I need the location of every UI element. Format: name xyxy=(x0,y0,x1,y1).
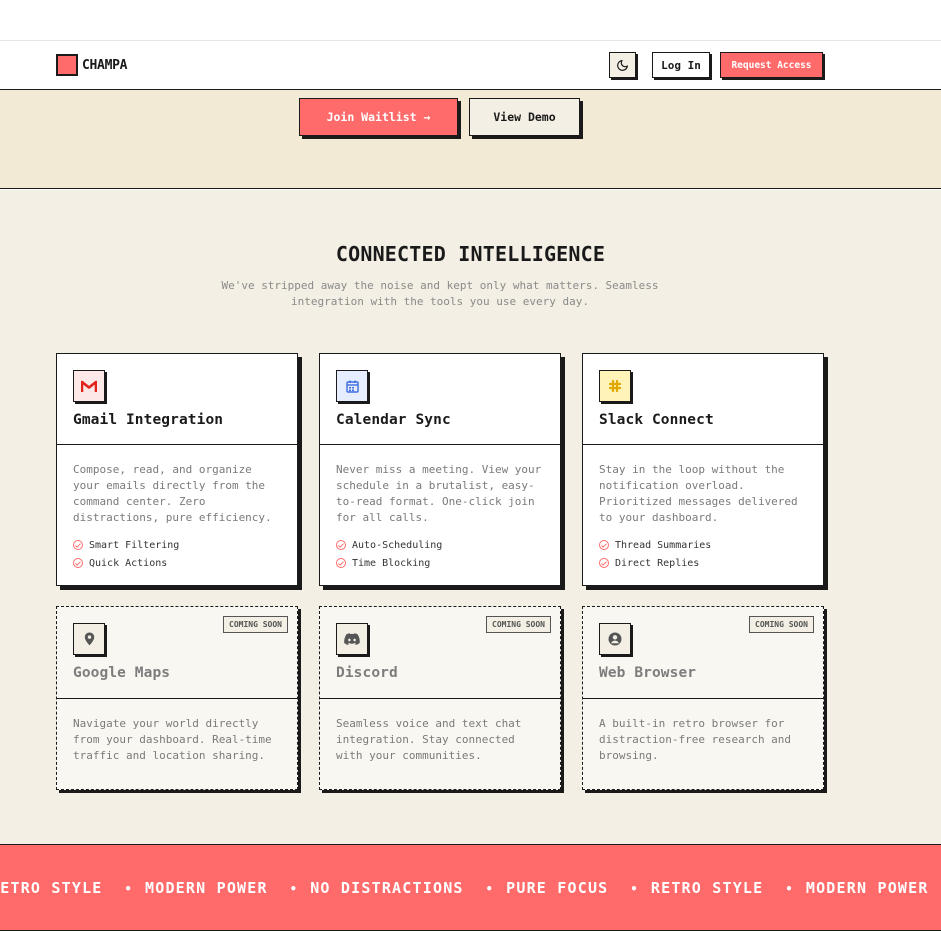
view-demo-button[interactable]: View Demo xyxy=(469,98,580,136)
calendar-icon xyxy=(336,370,368,402)
card-body: Stay in the loop without the notificatio… xyxy=(583,445,823,572)
card-header: Gmail Integration xyxy=(57,354,297,445)
hero-section: Join Waitlist → View Demo xyxy=(0,90,941,189)
bullet-icon: • xyxy=(630,882,639,896)
check-circle-icon xyxy=(73,558,83,568)
feature-label: Auto-Scheduling xyxy=(352,539,443,551)
user-circle-icon xyxy=(599,623,631,655)
coming-soon-badge: COMING SOON xyxy=(749,616,814,633)
card-description: Compose, read, and organize your emails … xyxy=(73,463,272,524)
coming-soon-badge: COMING SOON xyxy=(223,616,288,633)
integration-card-discord[interactable]: COMING SOON Discord Seamless voice and t… xyxy=(319,606,561,790)
feature-item: Smart Filtering xyxy=(73,536,281,554)
integration-card-gmail[interactable]: Gmail Integration Compose, read, and org… xyxy=(56,353,298,586)
discord-icon xyxy=(336,623,368,655)
card-title: Slack Connect xyxy=(599,412,714,428)
card-body: Compose, read, and organize your emails … xyxy=(57,445,297,572)
card-body: Never miss a meeting. View your schedule… xyxy=(320,445,560,572)
marquee-item: NO DISTRACTIONS xyxy=(310,879,464,897)
bullet-icon: • xyxy=(485,882,495,896)
slack-icon xyxy=(599,370,631,402)
navbar: CHAMPA Log In Request Access xyxy=(0,41,941,90)
marquee-item: RETRO STYLE xyxy=(650,879,764,897)
card-body: A built-in retro browser for distraction… xyxy=(583,699,823,764)
feature-item: Auto-Scheduling xyxy=(336,536,544,554)
marquee-item: MODERN POWER xyxy=(144,879,268,897)
brand-name: CHAMPA xyxy=(82,57,128,73)
map-pin-icon xyxy=(73,623,105,655)
card-title: Discord xyxy=(336,665,398,681)
check-circle-icon xyxy=(599,540,609,550)
gmail-icon xyxy=(73,370,105,402)
check-circle-icon xyxy=(599,558,609,568)
check-circle-icon xyxy=(336,558,346,568)
marquee-item: MODERN POWER xyxy=(805,879,929,897)
bullet-icon: • xyxy=(124,882,133,896)
section-title: CONNECTED INTELLIGENCE xyxy=(335,242,606,266)
feature-item: Time Blocking xyxy=(336,554,544,572)
top-strip xyxy=(0,0,941,41)
card-description: Never miss a meeting. View your schedule… xyxy=(336,463,542,524)
check-circle-icon xyxy=(73,540,83,550)
section-subtitle: We've stripped away the noise and kept o… xyxy=(221,279,659,308)
card-title: Calendar Sync xyxy=(336,412,451,428)
check-circle-icon xyxy=(336,540,346,550)
card-description: Stay in the loop without the notificatio… xyxy=(599,463,798,524)
card-header: Slack Connect xyxy=(583,354,823,445)
feature-label: Quick Actions xyxy=(89,557,168,569)
feature-item: Thread Summaries xyxy=(599,536,807,554)
coming-soon-badge: COMING SOON xyxy=(486,616,551,633)
request-access-button[interactable]: Request Access xyxy=(720,52,823,78)
card-header: COMING SOON Web Browser xyxy=(583,607,823,699)
moon-icon xyxy=(617,59,628,71)
card-title: Google Maps xyxy=(73,665,171,681)
card-header: Calendar Sync xyxy=(320,354,560,445)
card-description: A built-in retro browser for distraction… xyxy=(599,717,792,762)
brand-logo[interactable]: CHAMPA xyxy=(56,54,127,76)
features-section: CONNECTED INTELLIGENCE We've stripped aw… xyxy=(0,190,941,844)
card-body: Seamless voice and text chat integration… xyxy=(320,699,560,764)
marquee-item: PURE FOCUS xyxy=(506,879,609,897)
feature-label: Smart Filtering xyxy=(89,539,180,551)
marquee-banner: RETRO STYLE • MODERN POWER • NO DISTRACTIONS… xyxy=(0,844,941,931)
feature-label: Thread Summaries xyxy=(615,539,712,551)
feature-list: Smart Filtering Quick Actions xyxy=(73,536,281,572)
card-title: Web Browser xyxy=(599,665,697,681)
feature-item: Direct Replies xyxy=(599,554,807,572)
integration-card-web-browser[interactable]: COMING SOON Web Browser A built-in retro… xyxy=(582,606,824,790)
card-description: Navigate your world directly from your d… xyxy=(73,717,272,762)
login-button[interactable]: Log In xyxy=(652,52,710,78)
feature-item: Quick Actions xyxy=(73,554,281,572)
card-description: Seamless voice and text chat integration… xyxy=(336,717,522,762)
feature-label: Direct Replies xyxy=(615,557,700,569)
feature-list: Thread Summaries Direct Replies xyxy=(599,536,807,572)
bullet-icon: • xyxy=(785,882,794,896)
feature-list: Auto-Scheduling Time Blocking xyxy=(336,536,544,572)
marquee-track: RETRO STYLE • MODERN POWER • NO DISTRACTIONS… xyxy=(0,879,929,897)
logo-mark xyxy=(56,54,78,76)
join-waitlist-button[interactable]: Join Waitlist → xyxy=(299,98,458,136)
integration-card-google-maps[interactable]: COMING SOON Google Maps Navigate your wo… xyxy=(56,606,298,790)
integration-card-slack[interactable]: Slack Connect Stay in the loop without t… xyxy=(582,353,824,586)
theme-toggle-button[interactable] xyxy=(609,52,636,78)
feature-label: Time Blocking xyxy=(352,557,431,569)
card-header: COMING SOON Google Maps xyxy=(57,607,297,699)
marquee-item: RETRO STYLE xyxy=(0,879,103,897)
card-header: COMING SOON Discord xyxy=(320,607,560,699)
integration-card-calendar[interactable]: Calendar Sync Never miss a meeting. View… xyxy=(319,353,561,586)
bullet-icon: • xyxy=(289,882,299,896)
card-title: Gmail Integration xyxy=(73,412,224,428)
card-body: Navigate your world directly from your d… xyxy=(57,699,297,764)
